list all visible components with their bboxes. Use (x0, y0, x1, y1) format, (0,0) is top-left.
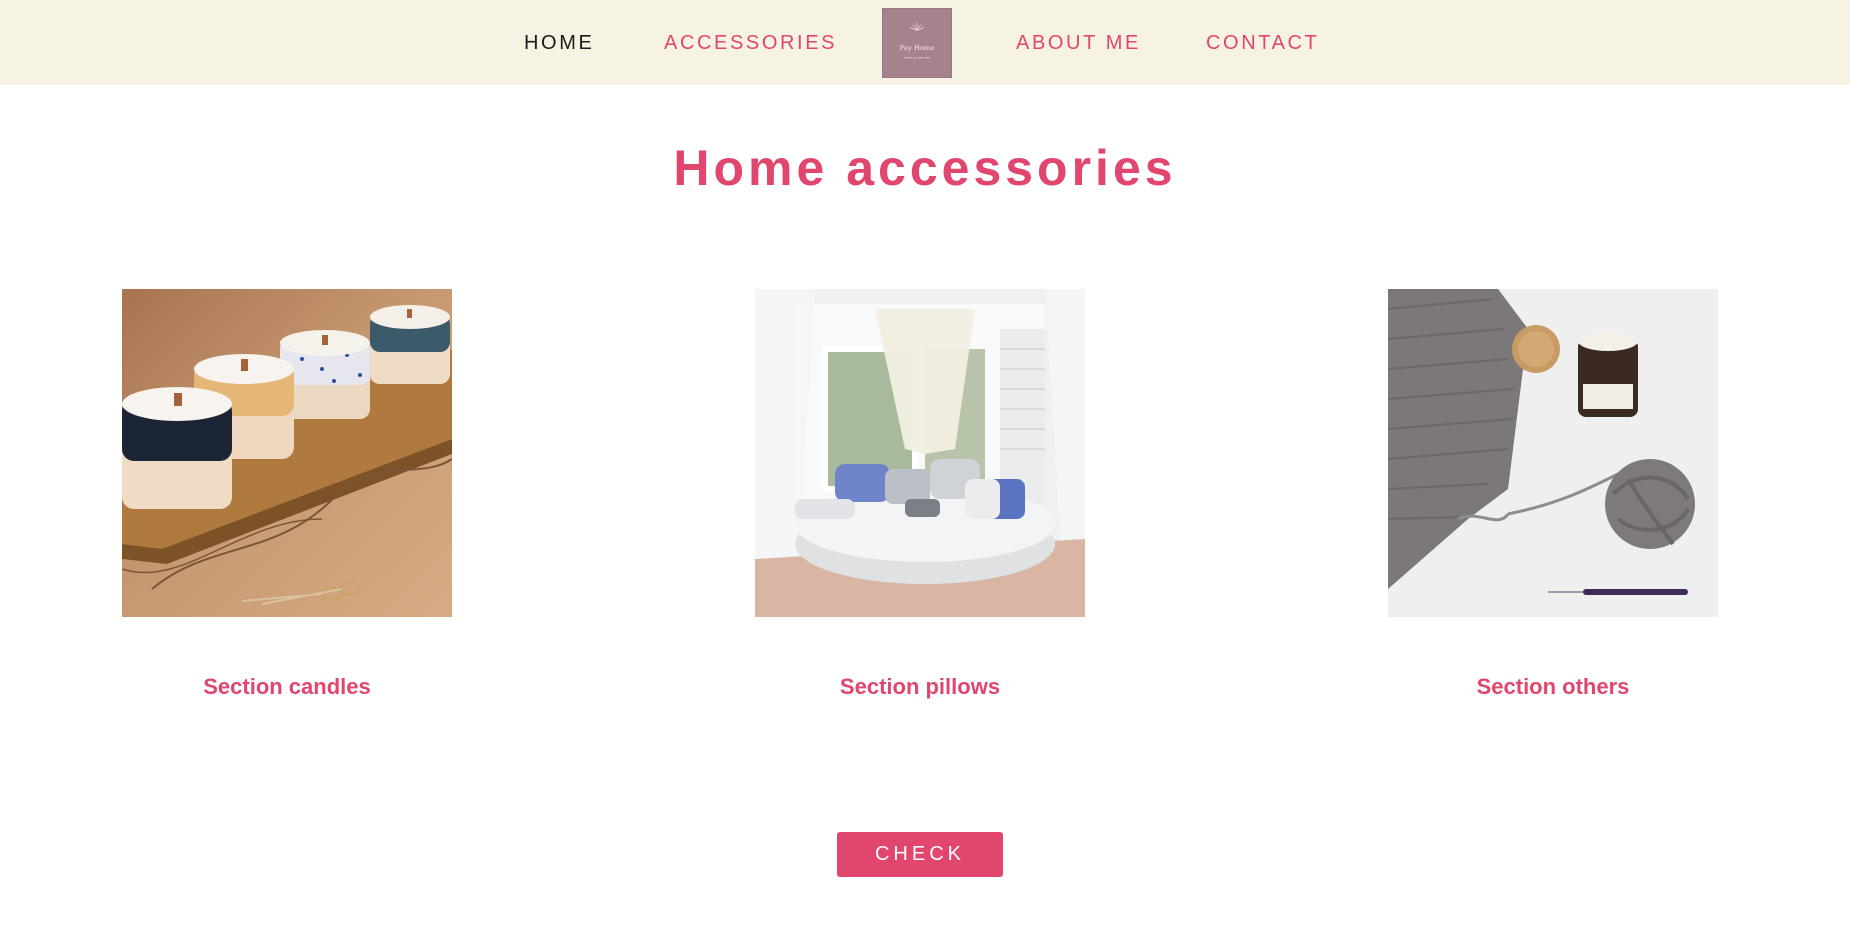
section-card-others: Section others (1388, 289, 1718, 699)
svg-text:Fay Home: Fay Home (900, 44, 935, 52)
svg-text:home accessories: home accessories (904, 56, 931, 60)
logo-icon: Fay Home home accessories (900, 22, 935, 60)
pillows-image[interactable] (755, 289, 1085, 617)
section-link-others[interactable]: Section others (1348, 674, 1758, 700)
section-card-pillows: Section pillows (755, 289, 1085, 699)
nav-link-accessories[interactable]: ACCESSORIES (664, 31, 837, 55)
nav-link-contact[interactable]: CONTACT (1206, 31, 1319, 55)
top-navigation: HOME ACCESSORIES Fay Home home accessori… (0, 0, 1850, 85)
others-image[interactable] (1388, 289, 1718, 617)
section-card-candles: Section candles (122, 289, 452, 699)
section-link-candles[interactable]: Section candles (82, 674, 492, 700)
candles-image[interactable] (122, 289, 452, 617)
brand-logo[interactable]: Fay Home home accessories (882, 8, 952, 78)
nav-link-about[interactable]: ABOUT ME (1016, 31, 1141, 55)
page-title: Home accessories (673, 140, 1177, 196)
section-link-pillows[interactable]: Section pillows (715, 674, 1125, 700)
check-button[interactable]: CHECK (837, 832, 1003, 877)
nav-link-home[interactable]: HOME (524, 31, 594, 55)
